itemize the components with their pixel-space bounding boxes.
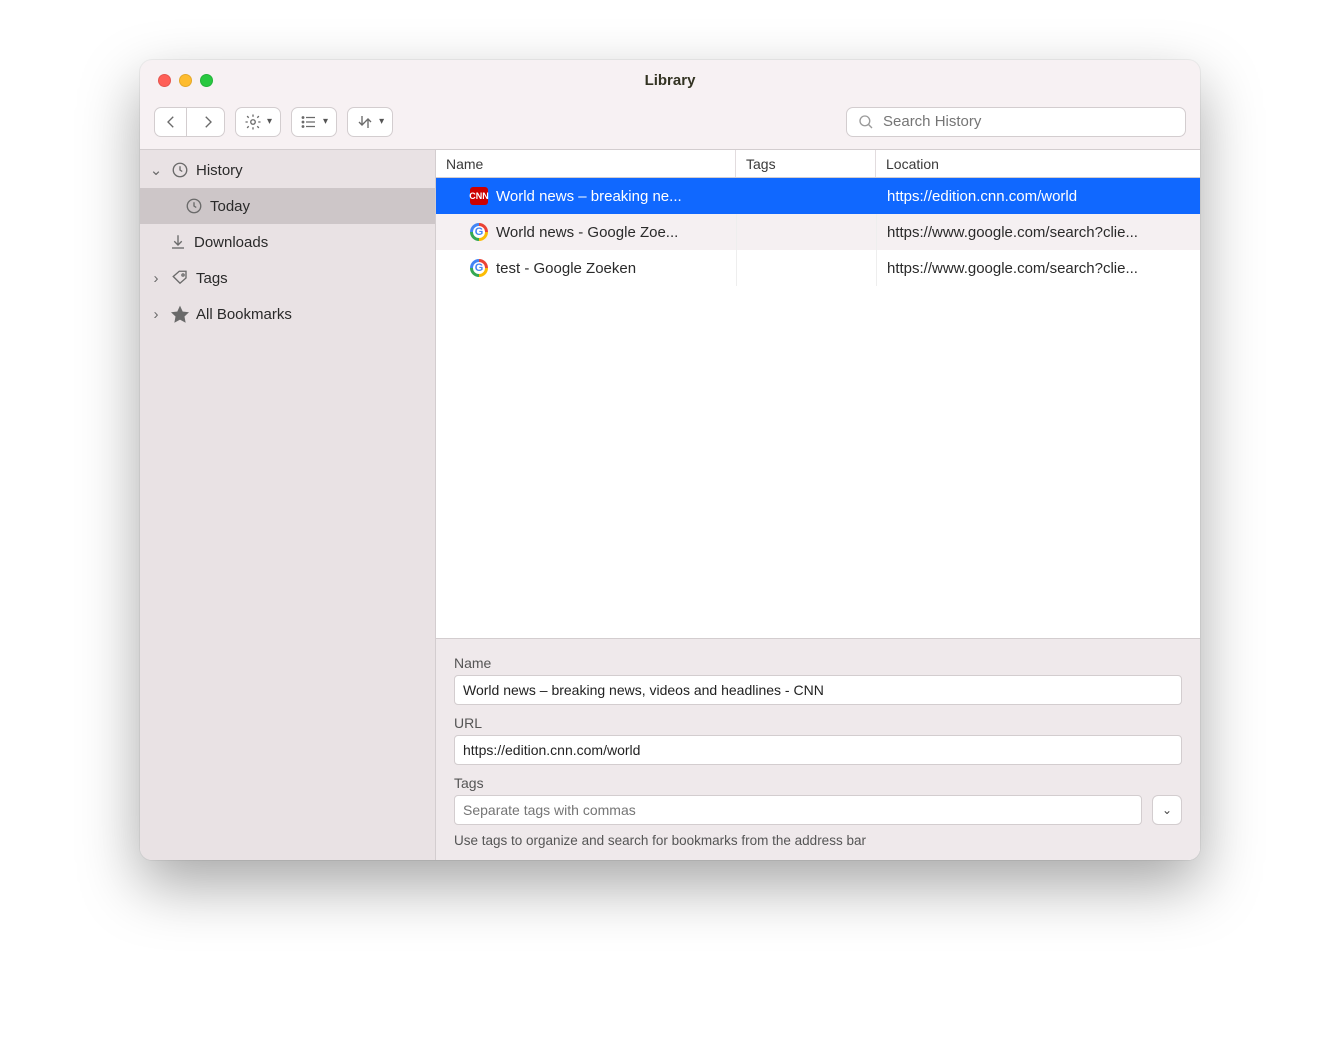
clock-icon [184,197,204,215]
row-name: World news – breaking ne... [496,188,682,205]
detail-url-input[interactable] [454,735,1182,765]
tags-expand-button[interactable]: ⌄ [1152,795,1182,825]
sidebar-item-history[interactable]: ⌄ History [140,152,435,188]
column-header-location[interactable]: Location [876,150,1200,177]
row-tags [736,214,876,250]
favicon-icon [470,259,488,277]
column-headers: Name Tags Location [436,150,1200,178]
body: ⌄ History Today Downloads › [140,150,1200,860]
clock-icon [170,161,190,179]
nav-back-forward [154,107,225,137]
favicon-icon: CNN [470,187,488,205]
back-button[interactable] [155,108,187,136]
sidebar-item-label: Tags [196,270,228,287]
tag-icon [170,269,190,287]
row-name: World news - Google Zoe... [496,224,678,241]
sidebar-item-downloads[interactable]: Downloads [140,224,435,260]
sidebar-item-today[interactable]: Today [140,188,435,224]
row-location: https://edition.cnn.com/world [876,178,1200,214]
detail-panel: Name URL Tags ⌄ Use tags to organize and… [436,638,1200,860]
star-icon [170,305,190,323]
detail-name-label: Name [454,655,1182,671]
gear-icon [244,113,262,131]
favicon-icon [470,223,488,241]
history-rows: CNN World news – breaking ne... https://… [436,178,1200,638]
window-title: Library [140,72,1200,89]
chevron-down-icon[interactable]: ⌄ [148,161,164,179]
search-icon [857,113,875,131]
list-icon [300,113,318,131]
chevron-left-icon [162,113,180,131]
detail-tags-label: Tags [454,775,1182,791]
sidebar-item-tags[interactable]: › Tags [140,260,435,296]
sidebar-item-label: Today [210,198,250,215]
chevron-down-icon: ▾ [379,116,384,127]
row-tags [736,250,876,286]
detail-name-input[interactable] [454,675,1182,705]
row-location: https://www.google.com/search?clie... [876,214,1200,250]
content-pane: Name Tags Location CNN World news – brea… [436,150,1200,860]
forward-button[interactable] [192,108,224,136]
row-location: https://www.google.com/search?clie... [876,250,1200,286]
chevron-down-icon: ⌄ [1162,803,1172,817]
search-input[interactable] [883,113,1175,130]
row-tags [736,178,876,214]
import-export-menu-button[interactable]: ▾ [347,107,393,137]
search-field[interactable] [846,107,1186,137]
column-header-tags[interactable]: Tags [736,150,876,177]
sidebar-item-label: Downloads [194,234,268,251]
history-row[interactable]: CNN World news – breaking ne... https://… [436,178,1200,214]
chevron-right-icon[interactable]: › [148,270,164,287]
chevron-right-icon[interactable]: › [148,306,164,323]
detail-tags-input[interactable] [454,795,1142,825]
import-export-icon [356,113,374,131]
toolbar: ▾ ▾ ▾ [140,102,1200,150]
detail-url-label: URL [454,715,1182,731]
chevron-down-icon: ▾ [323,116,328,127]
sidebar-item-label: History [196,162,243,179]
history-row[interactable]: World news - Google Zoe... https://www.g… [436,214,1200,250]
download-icon [168,233,188,251]
library-window: Library ▾ ▾ [140,60,1200,860]
detail-hint: Use tags to organize and search for book… [454,833,1182,848]
titlebar: Library [140,60,1200,102]
sidebar: ⌄ History Today Downloads › [140,150,436,860]
views-menu-button[interactable]: ▾ [291,107,337,137]
history-row[interactable]: test - Google Zoeken https://www.google.… [436,250,1200,286]
sidebar-item-label: All Bookmarks [196,306,292,323]
row-name: test - Google Zoeken [496,260,636,277]
organize-menu-button[interactable]: ▾ [235,107,281,137]
chevron-down-icon: ▾ [267,116,272,127]
sidebar-item-all-bookmarks[interactable]: › All Bookmarks [140,296,435,332]
chevron-right-icon [199,113,217,131]
column-header-name[interactable]: Name [436,150,736,177]
